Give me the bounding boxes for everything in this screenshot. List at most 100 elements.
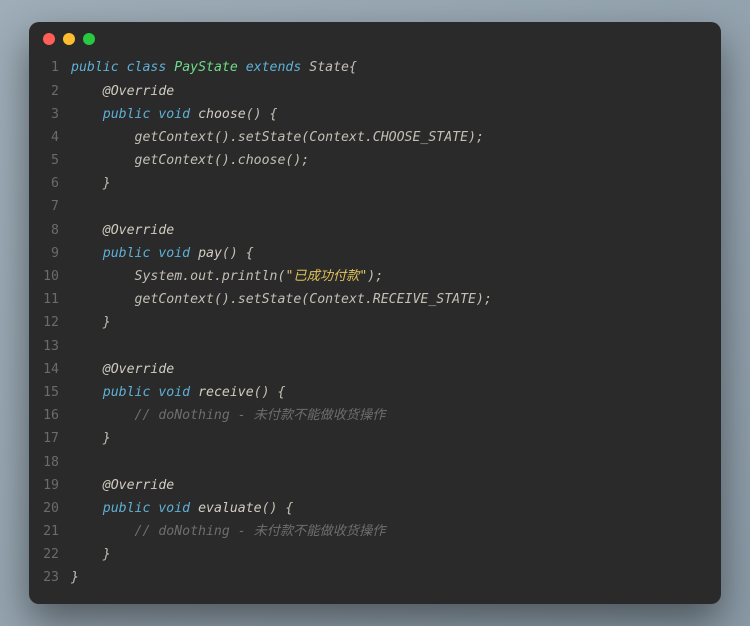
token-punct: (). [214, 130, 238, 145]
token-punct: () { [222, 246, 254, 261]
token-punct: . [365, 292, 373, 307]
line-number: 12 [29, 311, 59, 334]
window-titlebar [29, 22, 721, 56]
token-punct [71, 153, 135, 168]
token-ident: Context [309, 130, 365, 145]
code-line[interactable]: @Override [71, 358, 711, 381]
code-line[interactable]: } [71, 427, 711, 450]
token-punct: (). [214, 292, 238, 307]
token-punct: } [71, 315, 111, 330]
token-ident: choose [238, 153, 286, 168]
line-number: 2 [29, 80, 59, 103]
token-punct: ); [367, 269, 383, 284]
maximize-icon[interactable] [83, 33, 95, 45]
token-fn: choose [198, 107, 246, 122]
line-number: 4 [29, 126, 59, 149]
token-punct [71, 246, 103, 261]
line-number: 3 [29, 103, 59, 126]
code-line[interactable] [71, 195, 711, 218]
token-punct [71, 107, 103, 122]
token-punct [71, 84, 103, 99]
code-content[interactable]: public class PayState extends State{ @Ov… [71, 56, 711, 589]
token-punct: . [182, 269, 190, 284]
line-number: 21 [29, 520, 59, 543]
code-line[interactable]: public class PayState extends State{ [71, 56, 711, 79]
token-str: "已成功付款" [285, 269, 367, 284]
token-type: void [158, 246, 190, 261]
token-punct: () { [246, 107, 278, 122]
token-punct: } [71, 547, 111, 562]
line-number-gutter: 1234567891011121314151617181920212223 [29, 56, 71, 589]
line-number: 19 [29, 474, 59, 497]
token-punct [71, 385, 103, 400]
token-ident: getContext [135, 292, 214, 307]
code-line[interactable]: getContext().setState(Context.RECEIVE_ST… [71, 288, 711, 311]
token-ann: @Override [103, 478, 174, 493]
code-line[interactable] [71, 335, 711, 358]
code-line[interactable]: @Override [71, 80, 711, 103]
token-punct [71, 408, 135, 423]
line-number: 11 [29, 288, 59, 311]
token-punct [71, 223, 103, 238]
line-number: 20 [29, 497, 59, 520]
code-line[interactable]: public void receive() { [71, 381, 711, 404]
token-ident: setState [238, 130, 302, 145]
minimize-icon[interactable] [63, 33, 75, 45]
token-kw: class [127, 60, 167, 75]
token-fn: pay [198, 246, 222, 261]
token-kw: public [103, 385, 151, 400]
token-ann: @Override [103, 223, 174, 238]
code-window: 1234567891011121314151617181920212223 pu… [29, 22, 721, 603]
token-punct: } [71, 570, 79, 585]
token-ann: @Override [103, 84, 174, 99]
token-ident: Context [309, 292, 365, 307]
line-number: 23 [29, 566, 59, 589]
token-ident: println [222, 269, 278, 284]
line-number: 16 [29, 404, 59, 427]
token-punct: (); [285, 153, 309, 168]
line-number: 15 [29, 381, 59, 404]
token-type: void [158, 107, 190, 122]
code-line[interactable]: getContext().choose(); [71, 149, 711, 172]
token-const: CHOOSE_STATE [373, 130, 468, 145]
code-line[interactable]: public void pay() { [71, 242, 711, 265]
line-number: 10 [29, 265, 59, 288]
token-punct: () { [262, 501, 294, 516]
close-icon[interactable] [43, 33, 55, 45]
token-punct [190, 501, 198, 516]
code-line[interactable]: public void evaluate() { [71, 497, 711, 520]
token-cmt: // doNothing - 未付款不能做收货操作 [135, 408, 386, 423]
token-ann: @Override [103, 362, 174, 377]
line-number: 14 [29, 358, 59, 381]
code-line[interactable]: getContext().setState(Context.CHOOSE_STA… [71, 126, 711, 149]
token-class: PayState [174, 60, 238, 75]
code-line[interactable]: @Override [71, 474, 711, 497]
code-line[interactable]: @Override [71, 219, 711, 242]
token-punct: ); [476, 292, 492, 307]
code-editor[interactable]: 1234567891011121314151617181920212223 pu… [29, 56, 721, 603]
code-line[interactable]: } [71, 566, 711, 589]
token-fn: evaluate [198, 501, 262, 516]
token-punct [190, 107, 198, 122]
token-kw: public [71, 60, 119, 75]
code-line[interactable]: } [71, 543, 711, 566]
token-fn: receive [198, 385, 254, 400]
code-line[interactable]: // doNothing - 未付款不能做收货操作 [71, 520, 711, 543]
code-line[interactable]: System.out.println("已成功付款"); [71, 265, 711, 288]
token-punct [71, 478, 103, 493]
token-ident: System [135, 269, 183, 284]
token-punct [190, 246, 198, 261]
code-line[interactable]: } [71, 172, 711, 195]
token-ident: setState [238, 292, 302, 307]
token-type: void [158, 501, 190, 516]
code-line[interactable] [71, 451, 711, 474]
token-ident: getContext [135, 130, 214, 145]
code-line[interactable]: public void choose() { [71, 103, 711, 126]
code-line[interactable]: } [71, 311, 711, 334]
token-punct: { [349, 60, 357, 75]
code-line[interactable]: // doNothing - 未付款不能做收货操作 [71, 404, 711, 427]
token-ident: State [309, 60, 349, 75]
token-ident: out [190, 269, 214, 284]
token-punct [71, 292, 135, 307]
line-number: 6 [29, 172, 59, 195]
